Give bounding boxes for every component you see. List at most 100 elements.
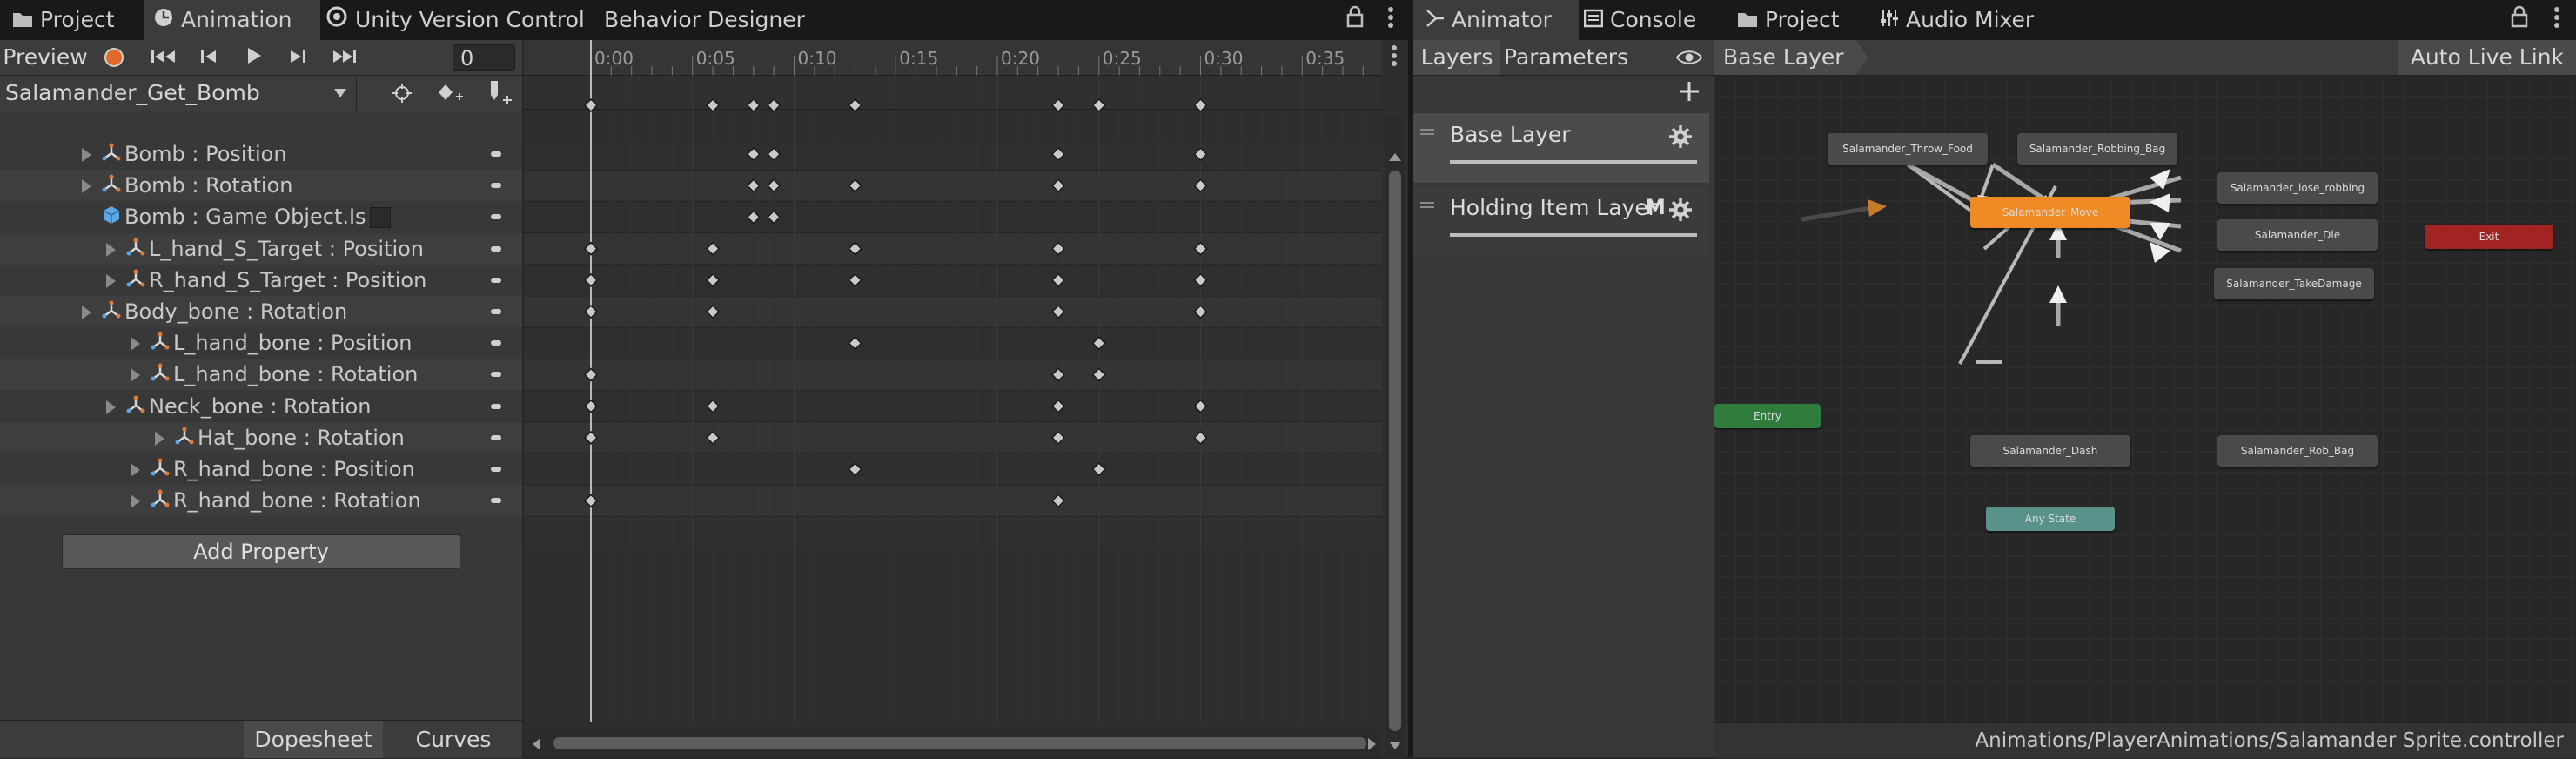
gear-icon[interactable] [1669, 125, 1692, 148]
property-label[interactable]: Body_bone : Rotation [82, 297, 347, 326]
tab-project-right[interactable]: Project [1737, 0, 1868, 40]
expand-arrow-icon[interactable] [131, 368, 140, 383]
vertical-scrollbar[interactable] [1385, 115, 1405, 759]
drag-handle-icon[interactable] [1420, 129, 1434, 131]
key-options-icon[interactable] [491, 403, 501, 409]
state-salamander-throw-food[interactable]: Salamander_Throw_Food [1828, 133, 1988, 165]
weight-bar[interactable] [1450, 233, 1697, 237]
summary-keyframe[interactable] [848, 97, 862, 113]
key-options-icon[interactable] [491, 467, 501, 472]
dopesheet-grid[interactable]: 0:00 0:05 0:10 0:15 0:20 0:25 0:30 0:35 [524, 40, 1382, 722]
frame-field[interactable]: 0 [453, 44, 515, 71]
drag-handle-icon[interactable] [1420, 202, 1434, 204]
dopesheet-row[interactable] [524, 359, 1382, 391]
state-salamander-robbing-bag[interactable]: Salamander_Robbing_Bag [2017, 133, 2177, 165]
state-salamander-die[interactable]: Salamander_Die [2217, 219, 2378, 251]
key-options-icon[interactable] [491, 277, 501, 283]
horizontal-scroll-thumb[interactable] [553, 737, 1366, 749]
last-key-button[interactable] [327, 40, 362, 75]
key-options-icon[interactable] [491, 214, 501, 220]
tab-animation[interactable]: Animation [144, 0, 320, 40]
property-row[interactable]: L_hand_S_Target : Position [0, 232, 522, 265]
state-graph[interactable]: Salamander_Throw_Food Salamander_Robbing… [1714, 75, 2576, 722]
scroll-left-icon[interactable] [533, 738, 540, 750]
dopesheet-row[interactable] [524, 516, 1382, 548]
state-exit[interactable]: Exit [2425, 225, 2553, 249]
tab-layers[interactable]: Layers [1413, 40, 1500, 75]
property-label[interactable]: L_hand_bone : Position [131, 328, 412, 358]
dopesheet-row[interactable] [524, 453, 1382, 486]
first-key-button[interactable] [146, 40, 181, 75]
expand-arrow-icon[interactable] [155, 431, 164, 446]
property-row[interactable]: R_hand_bone : Rotation [0, 485, 522, 517]
property-label[interactable]: R_hand_bone : Rotation [131, 486, 421, 515]
lock-icon[interactable] [2510, 5, 2529, 33]
expand-arrow-icon[interactable] [82, 148, 91, 162]
property-label[interactable]: R_hand_bone : Position [131, 454, 415, 484]
clip-dropdown[interactable]: Salamander_Get_Bomb [0, 76, 357, 111]
summary-keyframe[interactable] [1193, 97, 1208, 113]
next-key-button[interactable] [282, 40, 313, 75]
summary-keyframe[interactable] [583, 97, 599, 113]
property-row[interactable]: Neck_bone : Rotation [0, 390, 522, 422]
scroll-thumb[interactable] [1389, 171, 1401, 731]
state-salamander-lose-robbing[interactable]: Salamander_lose_robbing [2217, 172, 2378, 204]
property-label[interactable]: R_hand_S_Target : Position [106, 265, 426, 295]
dopesheet-row[interactable] [524, 138, 1382, 171]
layer-base-layer[interactable]: Base Layer [1413, 113, 1709, 183]
breadcrumb[interactable]: Base Layer [1714, 40, 1868, 75]
preview-button[interactable]: Preview [0, 40, 91, 75]
eye-icon[interactable] [1675, 49, 1703, 70]
property-label[interactable]: Neck_bone : Rotation [106, 392, 371, 421]
summary-keyframe[interactable] [746, 97, 761, 113]
more-options-icon[interactable] [1387, 5, 1394, 35]
property-label[interactable]: L_hand_bone : Rotation [131, 359, 418, 389]
summary-keyframe[interactable] [706, 97, 721, 113]
dopesheet-row[interactable] [524, 232, 1382, 265]
horizontal-scrollbar[interactable] [524, 729, 1382, 757]
dopesheet-row[interactable] [524, 170, 1382, 202]
previous-key-button[interactable] [193, 40, 225, 75]
expand-arrow-icon[interactable] [106, 273, 116, 288]
play-button[interactable] [238, 40, 270, 75]
property-row[interactable]: Hat_bone : Rotation [0, 421, 522, 453]
add-keyframe-button[interactable] [437, 83, 463, 107]
expand-arrow-icon[interactable] [131, 337, 140, 352]
add-property-button[interactable]: Add Property [62, 534, 460, 569]
more-options-icon[interactable] [2553, 5, 2560, 35]
property-row[interactable]: Bomb : Game Object.Is [0, 201, 522, 233]
add-layer-button[interactable] [1678, 80, 1701, 106]
summary-keyframe[interactable] [1050, 97, 1066, 113]
weight-bar[interactable] [1450, 160, 1697, 164]
property-row[interactable]: Body_bone : Rotation [0, 296, 522, 327]
scroll-right-icon[interactable] [1368, 738, 1376, 750]
tab-parameters[interactable]: Parameters [1504, 40, 1628, 75]
scroll-up-icon[interactable] [1389, 153, 1401, 161]
key-options-icon[interactable] [491, 245, 501, 252]
value-checkbox[interactable] [369, 207, 391, 229]
dopesheet-row[interactable] [524, 421, 1382, 453]
state-salamander-takedamage[interactable]: Salamander_TakeDamage [2214, 268, 2374, 299]
expand-arrow-icon[interactable] [131, 494, 140, 509]
expand-arrow-icon[interactable] [131, 463, 140, 477]
key-options-icon[interactable] [491, 372, 501, 378]
dopesheet-row[interactable] [524, 296, 1382, 328]
dopesheet-row[interactable] [524, 327, 1382, 359]
filter-by-selection-button[interactable] [392, 83, 413, 107]
expand-arrow-icon[interactable] [82, 306, 91, 319]
dopesheet-row[interactable] [524, 264, 1382, 296]
property-row[interactable]: L_hand_bone : Rotation [0, 359, 522, 391]
state-salamander-rob-bag[interactable]: Salamander_Rob_Bag [2217, 435, 2378, 467]
tab-console[interactable]: Console [1583, 0, 1723, 40]
timeline-more-icon[interactable] [1391, 44, 1398, 71]
property-label[interactable]: Bomb : Rotation [82, 171, 292, 200]
property-row[interactable]: R_hand_bone : Position [0, 453, 522, 485]
record-button[interactable] [104, 48, 124, 67]
key-options-icon[interactable] [491, 498, 501, 504]
property-row[interactable]: L_hand_bone : Position [0, 327, 522, 359]
key-options-icon[interactable] [491, 434, 501, 440]
property-label[interactable]: Bomb : Game Object.Is [82, 202, 391, 232]
tab-audio-mixer[interactable]: Audio Mixer [1880, 0, 2054, 40]
property-row[interactable]: Bomb : Rotation [0, 170, 522, 202]
scroll-down-icon[interactable] [1389, 742, 1401, 749]
